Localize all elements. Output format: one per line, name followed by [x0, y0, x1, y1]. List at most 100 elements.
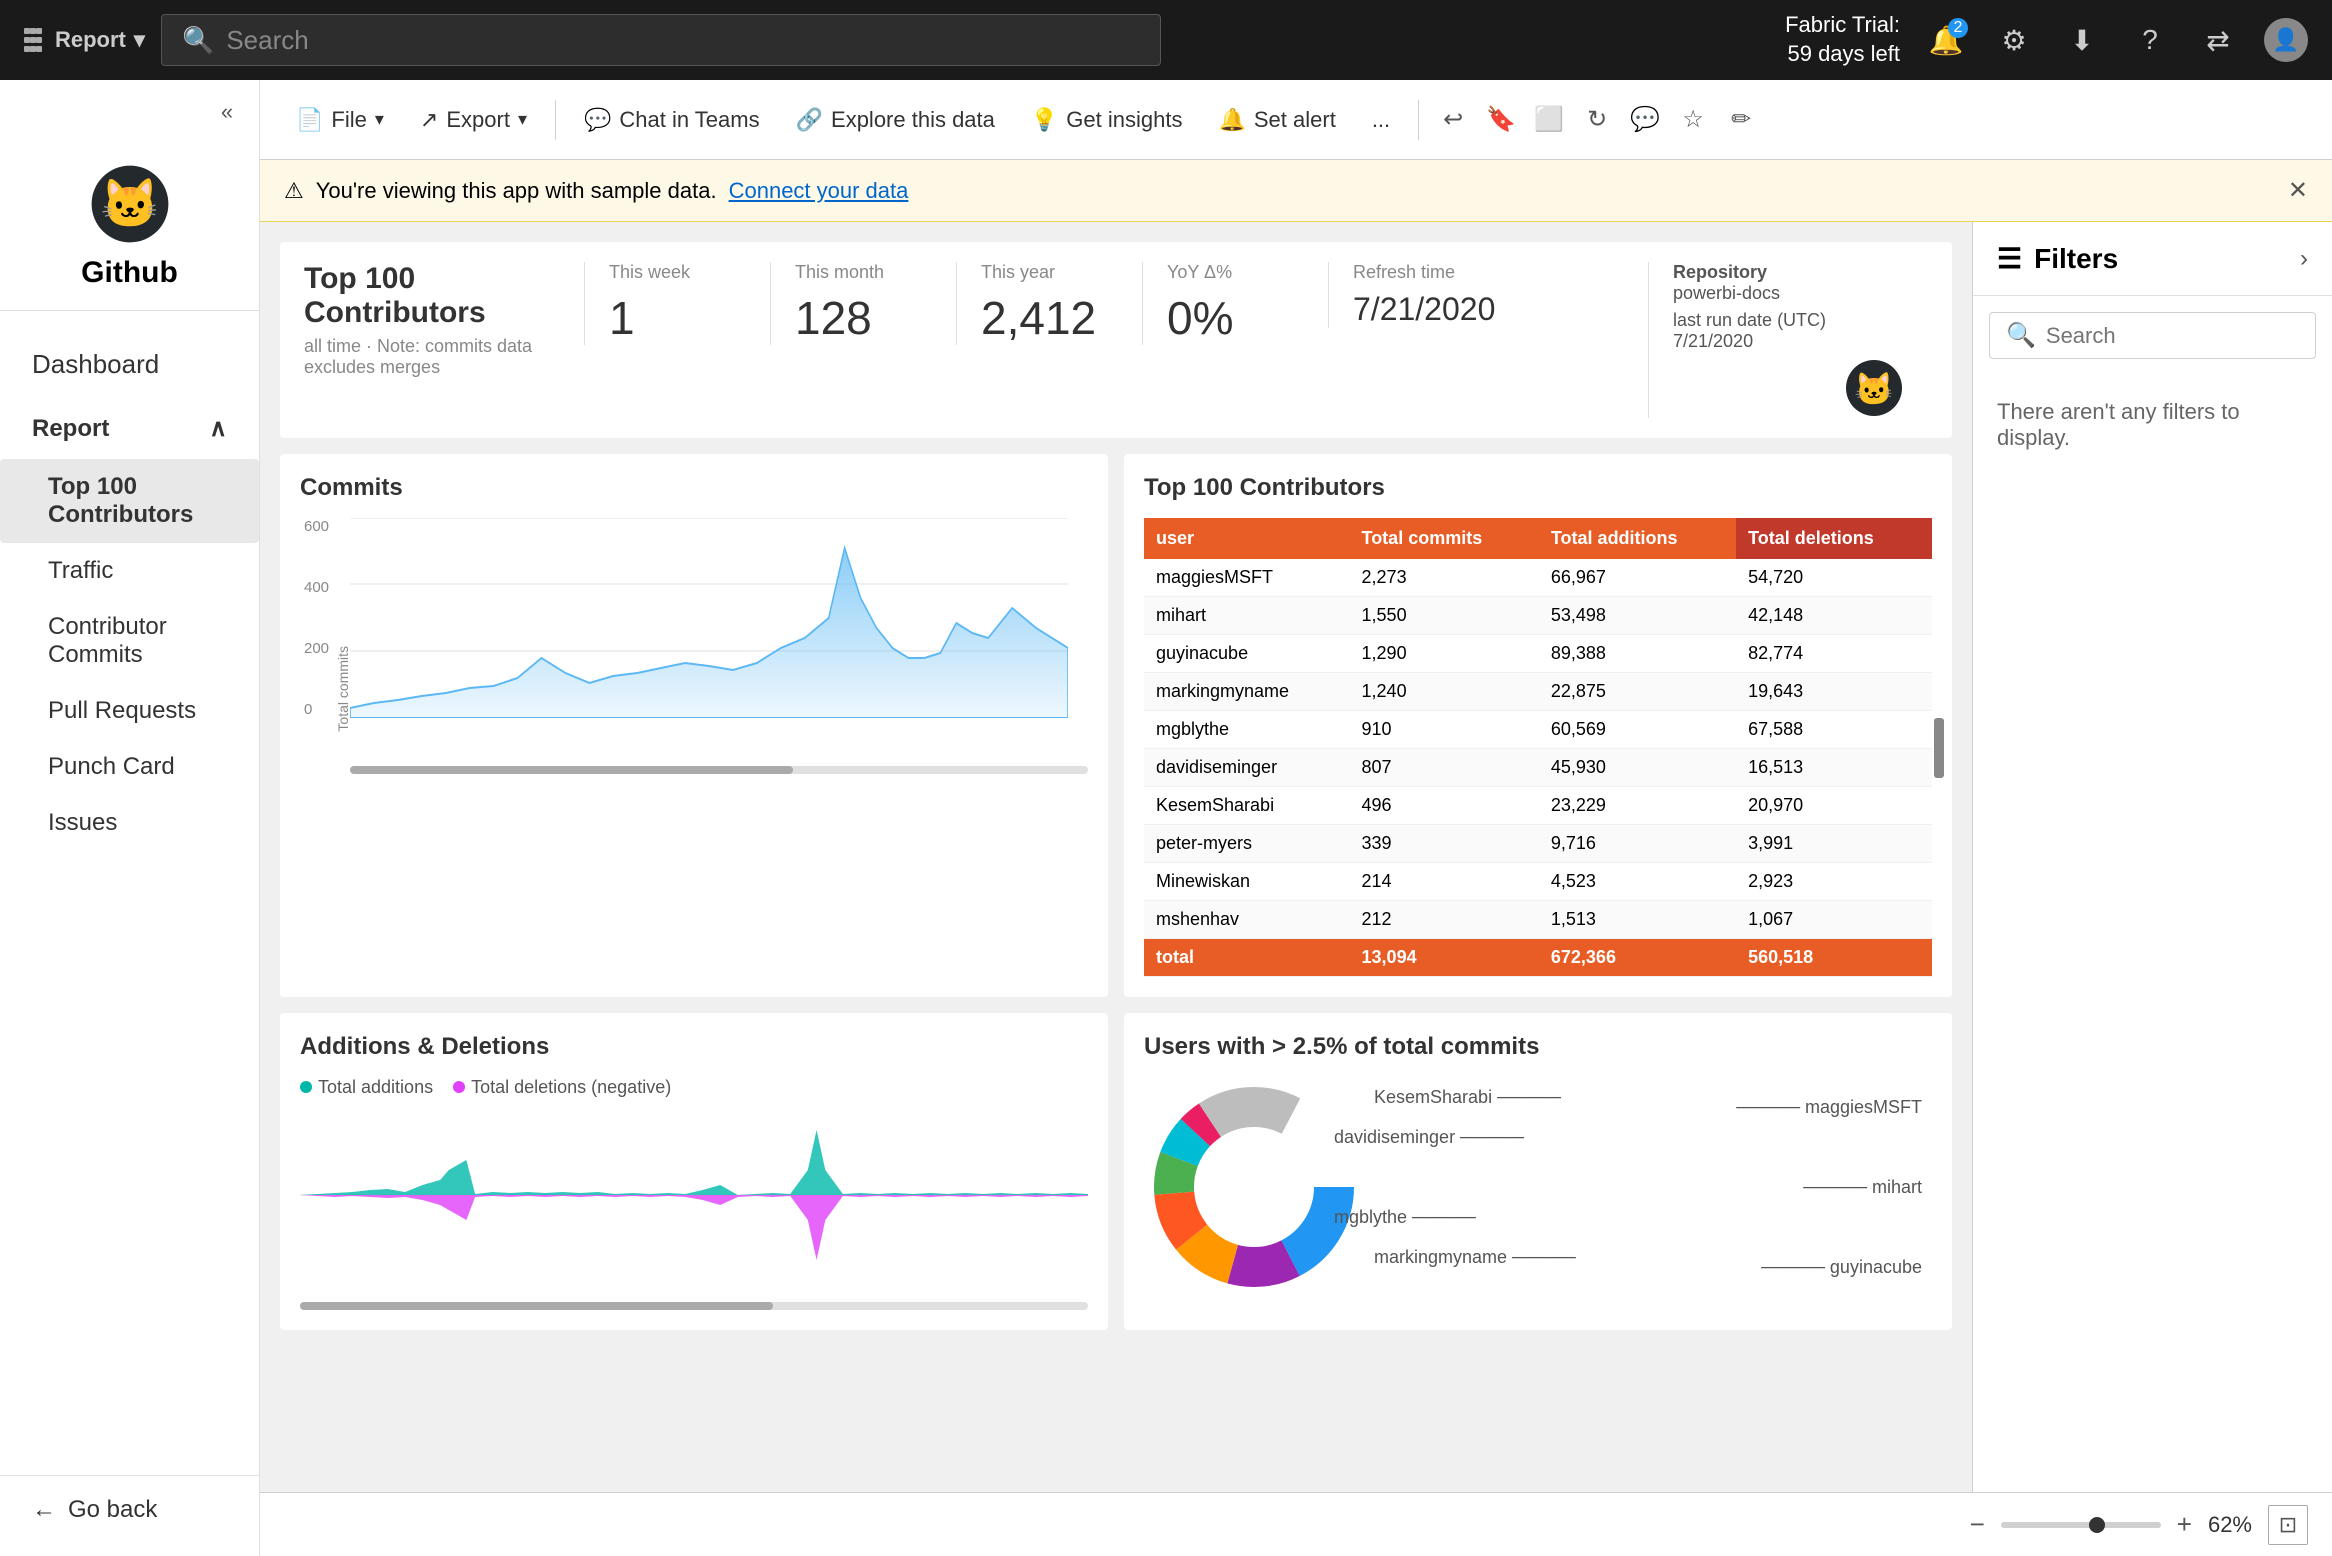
zoom-plus-button[interactable]: + — [2177, 1509, 2192, 1540]
stats-subtitle: all time · Note: commits data excludes m… — [304, 336, 584, 378]
main-layout: « 🐱 Github Dashboard Report ∧ Top 100 Co… — [0, 80, 2332, 1556]
deletions-dot — [453, 1081, 465, 1093]
stats-title-area: Top 100 Contributors all time · Note: co… — [304, 262, 584, 378]
chat-in-teams-button[interactable]: 💬 Chat in Teams — [568, 99, 776, 141]
sidebar-item-punch-card[interactable]: Punch Card — [0, 739, 259, 795]
filters-title: ☰ Filters — [1997, 242, 2118, 275]
banner-close-button[interactable]: ✕ — [2288, 176, 2308, 205]
filters-header: ☰ Filters › — [1973, 222, 2332, 296]
stat-this-year: This year 2,412 — [956, 262, 1142, 345]
share-icon[interactable]: ⇄ — [2196, 18, 2240, 62]
stat-yoy: YoY Δ% 0% — [1142, 262, 1328, 345]
search-icon: 🔍 — [182, 25, 214, 56]
banner-text: You're viewing this app with sample data… — [316, 178, 717, 204]
undo-button[interactable]: ↩ — [1431, 98, 1475, 142]
app-name[interactable]: Report ▾ — [55, 27, 145, 53]
chevron-up-icon: ∧ — [209, 414, 227, 443]
table-row: markingmyname1,24022,87519,643 — [1144, 673, 1932, 711]
app-grid-icon[interactable] — [24, 28, 39, 52]
sidebar-collapse-button[interactable]: « — [207, 92, 247, 132]
contributors-table: user Total commits Total additions Total… — [1144, 518, 1932, 977]
file-button[interactable]: 📄 File ▾ — [280, 99, 400, 141]
table-row: mgblythe91060,56967,588 — [1144, 711, 1932, 749]
additions-title: Additions & Deletions — [300, 1033, 1088, 1061]
file-chevron-icon: ▾ — [375, 109, 384, 130]
sidebar-nav: Dashboard Report ∧ Top 100 Contributors … — [0, 311, 259, 1475]
sidebar-item-pull-requests[interactable]: Pull Requests — [0, 683, 259, 739]
stat-repo: Repository powerbi-docs last run date (U… — [1648, 262, 1928, 418]
fit-to-screen-button[interactable]: ⊡ — [2268, 1505, 2308, 1545]
col-total-commits: Total commits — [1350, 518, 1539, 559]
connect-data-link[interactable]: Connect your data — [729, 178, 909, 204]
refresh-button[interactable]: ↻ — [1575, 98, 1619, 142]
sidebar-section-report[interactable]: Report ∧ — [0, 398, 259, 459]
info-banner: ⚠ You're viewing this app with sample da… — [260, 160, 2332, 222]
filters-search-icon: 🔍 — [2006, 321, 2036, 350]
notifications-icon[interactable]: 🔔 2 — [1924, 18, 1968, 62]
set-alert-button[interactable]: 🔔 Set alert — [1202, 99, 1351, 141]
y-axis-label: Total commits — [335, 646, 351, 732]
table-total-row: total13,094672,366560,518 — [1144, 939, 1932, 977]
toolbar-right-actions: ↩ 🔖 ⬜ ↻ 💬 ☆ ✏ — [1431, 98, 1763, 142]
filters-search-input[interactable] — [2046, 323, 2332, 349]
edit-button[interactable]: ✏ — [1719, 98, 1763, 142]
filter-icon: ☰ — [1997, 242, 2022, 275]
bookmark-button[interactable]: 🔖 — [1479, 98, 1523, 142]
sidebar-item-top-100[interactable]: Top 100 Contributors — [0, 459, 259, 543]
help-icon[interactable]: ? — [2128, 18, 2172, 62]
download-icon[interactable]: ⬇ — [2060, 18, 2104, 62]
filters-search-bar[interactable]: 🔍 — [1989, 312, 2316, 359]
col-user: user — [1144, 518, 1350, 559]
get-insights-button[interactable]: 💡 Get insights — [1015, 99, 1199, 141]
table-row: maggiesMSFT2,27366,96754,720 — [1144, 559, 1932, 597]
zoom-slider-thumb[interactable] — [2089, 1517, 2105, 1533]
chart-scrollbar[interactable] — [350, 766, 1088, 774]
table-row: Minewiskan2144,5232,923 — [1144, 863, 1932, 901]
donut-svg — [1144, 1077, 1364, 1297]
col-total-deletions: Total deletions — [1736, 518, 1932, 559]
top100-table-title: Top 100 Contributors — [1144, 474, 1932, 502]
stat-this-month: This month 128 — [770, 262, 956, 345]
sidebar-go-back[interactable]: ← Go back — [0, 1475, 259, 1556]
toolbar-divider-2 — [1418, 100, 1419, 140]
top-search-bar[interactable]: 🔍 Search — [161, 14, 1161, 66]
filters-collapse-button[interactable]: › — [2300, 245, 2308, 273]
alert-icon: 🔔 — [1218, 107, 1245, 133]
export-button[interactable]: ↗ Export ▾ — [404, 99, 543, 141]
toolbar: 📄 File ▾ ↗ Export ▾ 💬 Chat in Teams 🔗 Ex… — [260, 80, 2332, 160]
stat-this-week: This week 1 — [584, 262, 770, 345]
sidebar-item-contributor-commits[interactable]: Contributor Commits — [0, 599, 259, 683]
explore-data-button[interactable]: 🔗 Explore this data — [780, 99, 1011, 141]
sidebar-item-traffic[interactable]: Traffic — [0, 543, 259, 599]
additions-scrollbar[interactable] — [300, 1302, 1088, 1310]
sidebar-item-dashboard[interactable]: Dashboard — [0, 331, 259, 398]
go-back-icon: ← — [32, 1496, 56, 1524]
page-title: Top 100 Contributors — [304, 262, 584, 330]
table-scrollbar[interactable] — [1934, 718, 1944, 778]
more-button[interactable]: ... — [1356, 99, 1406, 141]
sidebar-app-name: Github — [81, 256, 178, 290]
stat-refresh: Refresh time 7/21/2020 — [1328, 262, 1648, 328]
warning-icon: ⚠ — [284, 178, 304, 204]
content-area: 📄 File ▾ ↗ Export ▾ 💬 Chat in Teams 🔗 Ex… — [260, 80, 2332, 1556]
sidebar: « 🐱 Github Dashboard Report ∧ Top 100 Co… — [0, 80, 260, 1556]
zoom-slider[interactable] — [2001, 1522, 2161, 1528]
view-button[interactable]: ⬜ — [1527, 98, 1571, 142]
stats-header: Top 100 Contributors all time · Note: co… — [280, 242, 1952, 438]
commits-chart-title: Commits — [300, 474, 1088, 502]
topbar-right: Fabric Trial: 59 days left 🔔 2 ⚙ ⬇ ? ⇄ 👤 — [1785, 11, 2308, 68]
table-row: KesemSharabi49623,22920,970 — [1144, 787, 1932, 825]
sidebar-item-issues[interactable]: Issues — [0, 795, 259, 851]
commits-svg-chart — [350, 518, 1068, 718]
toolbar-divider-1 — [555, 100, 556, 140]
report-main: Top 100 Contributors all time · Note: co… — [260, 222, 1972, 1492]
settings-icon[interactable]: ⚙ — [1992, 18, 2036, 62]
comment-button[interactable]: 💬 — [1623, 98, 1667, 142]
zoom-bar: − + 62% ⊡ — [260, 1492, 2332, 1556]
avatar[interactable]: 👤 — [2264, 18, 2308, 62]
col-total-additions: Total additions — [1539, 518, 1736, 559]
favorite-button[interactable]: ☆ — [1671, 98, 1715, 142]
zoom-minus-button[interactable]: − — [1970, 1509, 1985, 1540]
additions-legend: Total additions Total deletions (negativ… — [300, 1077, 1088, 1098]
commits-chart-card: Commits Total commits — [280, 454, 1108, 997]
